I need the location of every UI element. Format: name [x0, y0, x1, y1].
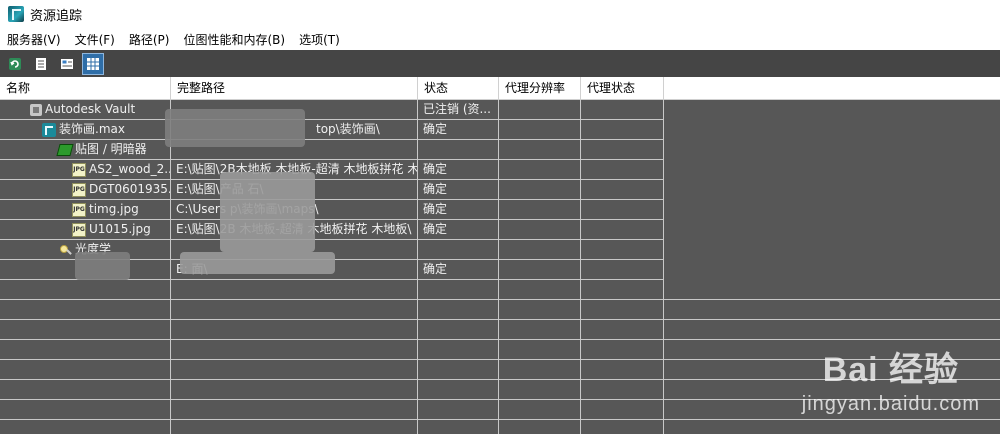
- row-proxy-resolution: [499, 260, 581, 279]
- maps-shaders-icon: [56, 143, 74, 156]
- menu-bar: 服务器(V) 文件(F) 路径(P) 位图性能和内存(B) 选项(T): [0, 28, 1000, 50]
- table-row[interactable]: JPG timg.jpg C:\Users p\装饰画\maps\ 确定: [0, 200, 664, 220]
- column-divider: [170, 100, 171, 434]
- table-row[interactable]: JPG U1015.jpg E:\贴图\2B 木地板-超清 木地板拼花 木地板\…: [0, 220, 664, 240]
- baidu-watermark: Bai 经验 jingyan.baidu.com: [802, 342, 980, 416]
- column-divider: [498, 100, 499, 434]
- app-icon: [8, 6, 24, 22]
- jpg-icon: JPG: [72, 182, 86, 197]
- row-proxy-resolution: [499, 200, 581, 219]
- menu-options[interactable]: 选项(T): [292, 31, 347, 48]
- table-header: 名称 完整路径 状态 代理分辨率 代理状态: [0, 77, 1000, 100]
- photometric-light-icon: [58, 243, 72, 257]
- list-view-button[interactable]: [30, 53, 52, 75]
- max-file-icon: [42, 122, 56, 137]
- empty-row: [0, 320, 1000, 340]
- table-row[interactable]: 装饰画.max top\装饰画\ 确定: [0, 120, 664, 140]
- row-name: timg.jpg: [89, 202, 139, 216]
- row-proxy-status: [581, 120, 664, 139]
- column-header-status[interactable]: 状态: [418, 77, 499, 99]
- row-proxy-resolution: [499, 140, 581, 159]
- row-proxy-status: [581, 200, 664, 219]
- column-header-name[interactable]: 名称: [0, 77, 171, 99]
- row-proxy-resolution: [499, 240, 581, 259]
- watermark-main: Bai 经验: [822, 351, 960, 389]
- row-name: Autodesk Vault: [45, 102, 136, 116]
- menu-file[interactable]: 文件(F): [68, 31, 122, 48]
- row-name: 贴图 / 明暗器: [75, 142, 147, 156]
- row-name: U1015.jpg: [89, 222, 151, 236]
- jpg-icon: JPG: [72, 162, 86, 177]
- vault-icon: [30, 103, 42, 116]
- menu-path[interactable]: 路径(P): [122, 31, 177, 48]
- row-status: 确定: [418, 120, 499, 139]
- window-title: 资源追踪: [30, 8, 83, 24]
- row-name: AS2_wood_2...: [89, 162, 171, 176]
- table-row[interactable]: Autodesk Vault 已注销 (资...: [0, 100, 664, 120]
- privacy-blur: [165, 109, 305, 147]
- row-proxy-resolution: [499, 120, 581, 139]
- column-header-proxy-status[interactable]: 代理状态: [581, 77, 664, 99]
- row-status: 确定: [418, 260, 499, 279]
- column-header-proxy-resolution[interactable]: 代理分辨率: [499, 77, 581, 99]
- row-proxy-resolution: [499, 100, 581, 119]
- row-proxy-status: [581, 220, 664, 239]
- empty-row: [0, 280, 1000, 300]
- table-view-button[interactable]: [82, 52, 104, 75]
- column-divider: [663, 100, 664, 434]
- row-name: DGT0601935...: [89, 182, 171, 196]
- row-status: 确定: [418, 200, 499, 219]
- row-status: [418, 140, 499, 159]
- watermark-url: jingyan.baidu.com: [801, 393, 980, 415]
- refresh-icon: [9, 57, 21, 70]
- row-status: 确定: [418, 160, 499, 179]
- empty-row: [0, 300, 1000, 320]
- privacy-blur: [180, 252, 335, 274]
- row-proxy-status: [581, 260, 664, 279]
- thumbnail-icon: [61, 58, 73, 69]
- row-proxy-status: [581, 100, 664, 119]
- empty-row: [0, 420, 1000, 434]
- column-divider: [580, 100, 581, 434]
- row-proxy-status: [581, 240, 664, 259]
- column-header-full-path[interactable]: 完整路径: [171, 77, 418, 99]
- row-proxy-status: [581, 160, 664, 179]
- table-row[interactable]: JPG DGT0601935... E:\贴图\产品 石\ 确定: [0, 180, 664, 200]
- privacy-blur: [75, 252, 130, 280]
- asset-tracking-table: 名称 完整路径 状态 代理分辨率 代理状态 Autodesk Vault 已注销…: [0, 77, 1000, 434]
- menu-bitmap-performance[interactable]: 位图性能和内存(B): [176, 31, 292, 48]
- menu-server[interactable]: 服务器(V): [0, 31, 68, 48]
- table-row[interactable]: 贴图 / 明暗器: [0, 140, 664, 160]
- toolbar: [0, 50, 1000, 77]
- row-status: 确定: [418, 220, 499, 239]
- table-row[interactable]: JPG AS2_wood_2... E:\贴图\2B木地板 木地板-超清 木地板…: [0, 160, 664, 180]
- jpg-icon: JPG: [72, 202, 86, 217]
- thumbnail-view-button[interactable]: [56, 53, 78, 75]
- title-bar: 资源追踪: [0, 0, 1000, 28]
- column-divider: [417, 100, 418, 434]
- row-proxy-status: [581, 180, 664, 199]
- row-status: 已注销 (资...: [418, 100, 499, 119]
- row-name: 装饰画.max: [59, 122, 125, 136]
- row-status: 确定: [418, 180, 499, 199]
- refresh-button[interactable]: [4, 53, 26, 75]
- row-status: [418, 240, 499, 259]
- row-proxy-resolution: [499, 180, 581, 199]
- privacy-blur: [220, 172, 315, 252]
- row-proxy-resolution: [499, 160, 581, 179]
- jpg-icon: JPG: [72, 222, 86, 237]
- table-view-icon: [87, 57, 99, 70]
- list-icon: [36, 57, 46, 70]
- row-proxy-status: [581, 140, 664, 159]
- row-proxy-resolution: [499, 220, 581, 239]
